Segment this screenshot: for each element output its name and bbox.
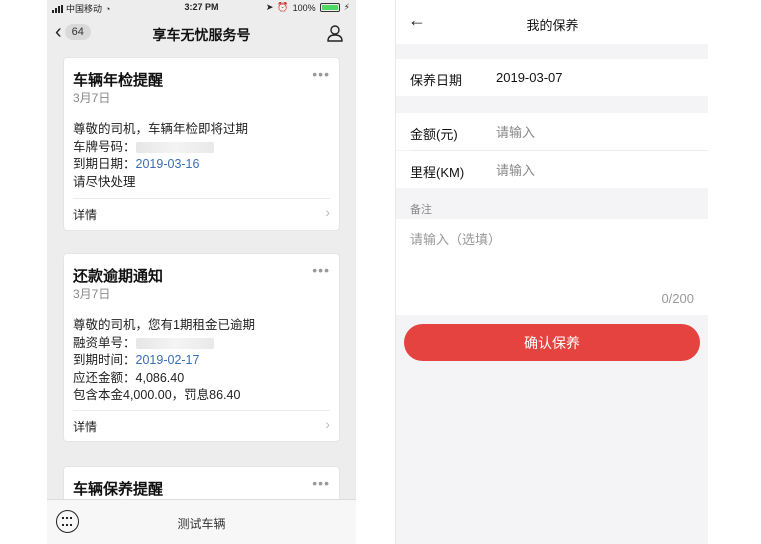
card-line: 包含本金4,000.00，罚息86.40	[73, 388, 241, 402]
more-icon[interactable]: •••	[312, 66, 330, 82]
card-line: 车牌号码：	[73, 139, 248, 157]
card-body: 尊敬的司机，您有1期租金已逾期 融资单号： 到期时间：2019-02-17 应还…	[73, 317, 255, 405]
card-title: 车辆年检提醒	[73, 72, 164, 89]
confirm-maintenance-button[interactable]: 确认保养	[404, 324, 700, 361]
bottom-bar: 测试车辆	[47, 499, 356, 544]
message-card[interactable]: 还款逾期通知 3月7日 ••• 尊敬的司机，您有1期租金已逾期 融资单号： 到期…	[63, 253, 340, 442]
card-title: 车辆保养提醒	[73, 481, 164, 498]
card-date: 3月7日	[73, 91, 111, 105]
details-label: 详情	[73, 420, 98, 434]
date-label: 保养日期	[410, 73, 463, 88]
card-line: 到期时间：2019-02-17	[73, 353, 200, 367]
redacted-plate	[135, 141, 214, 153]
card-line: 尊敬的司机，您有1期租金已逾期	[73, 318, 255, 332]
page-title: 享车无忧服务号	[152, 27, 251, 43]
maintenance-form-screen: ← 我的保养 保养日期 2019-03-07 金额(元) 里程(KM) 备注 0…	[395, 0, 708, 544]
battery-icon	[319, 3, 340, 12]
card-details-link[interactable]: 详情 ›	[73, 204, 330, 223]
battery-fill	[321, 5, 338, 10]
message-card[interactable]: 车辆年检提醒 3月7日 ••• 尊敬的司机，车辆年检即将过期 车牌号码： 到期日…	[63, 57, 340, 231]
amount-input[interactable]	[496, 121, 686, 143]
page-title: 我的保养	[526, 18, 579, 33]
status-bar: 中国移动 ◔ 3:27 PM ➤ ⏰ 100% ⚡	[47, 0, 356, 16]
divider	[73, 410, 330, 411]
header: ← 我的保养	[396, 0, 708, 44]
nav-bar: ‹ 64 享车无忧服务号	[47, 16, 356, 50]
mileage-input[interactable]	[496, 159, 686, 181]
card-body: 尊敬的司机，车辆年检即将过期 车牌号码： 到期日期：2019-03-16 请尽快…	[73, 121, 248, 191]
card-line: 融资单号：	[73, 335, 255, 353]
amount-label: 金额(元)	[410, 127, 458, 142]
menu-item-test-vehicle[interactable]: 测试车辆	[47, 515, 356, 532]
mileage-label: 里程(KM)	[410, 165, 465, 180]
location-icon: ➤	[265, 2, 274, 12]
status-right: ➤ ⏰ 100% ⚡	[266, 2, 350, 13]
profile-icon[interactable]	[326, 24, 344, 42]
date-value[interactable]: 2019-03-07	[496, 70, 563, 85]
battery-percent: 100%	[292, 2, 316, 13]
date-row[interactable]: 保养日期 2019-03-07	[396, 59, 708, 96]
card-details-link[interactable]: 详情 ›	[73, 416, 330, 435]
card-title: 还款逾期通知	[73, 268, 164, 285]
note-textarea[interactable]	[410, 229, 695, 283]
card-line: 尊敬的司机，车辆年检即将过期	[73, 122, 249, 136]
note-char-counter: 0/200	[661, 291, 694, 306]
alarm-icon: ⏰	[277, 2, 289, 12]
charging-icon: ⚡	[343, 2, 350, 12]
card-line: 请尽快处理	[73, 174, 136, 189]
note-box: 0/200	[396, 219, 708, 315]
card-date: 3月7日	[73, 287, 111, 301]
redacted-order-no	[135, 337, 214, 349]
chevron-right-icon: ›	[325, 204, 330, 220]
more-icon[interactable]: •••	[312, 475, 330, 491]
note-label: 备注	[410, 204, 432, 216]
wechat-chat-screen: 中国移动 ◔ 3:27 PM ➤ ⏰ 100% ⚡ ‹ 64 享车无忧服务号 车…	[47, 0, 356, 544]
mileage-row: 里程(KM)	[396, 151, 708, 188]
details-label: 详情	[73, 208, 98, 222]
more-icon[interactable]: •••	[312, 262, 330, 278]
divider	[73, 198, 330, 199]
card-line: 到期日期：2019-03-16	[73, 157, 200, 171]
chevron-right-icon: ›	[325, 416, 330, 432]
amount-row: 金额(元)	[396, 113, 708, 150]
card-line: 应还金额：4,086.40	[73, 370, 185, 385]
